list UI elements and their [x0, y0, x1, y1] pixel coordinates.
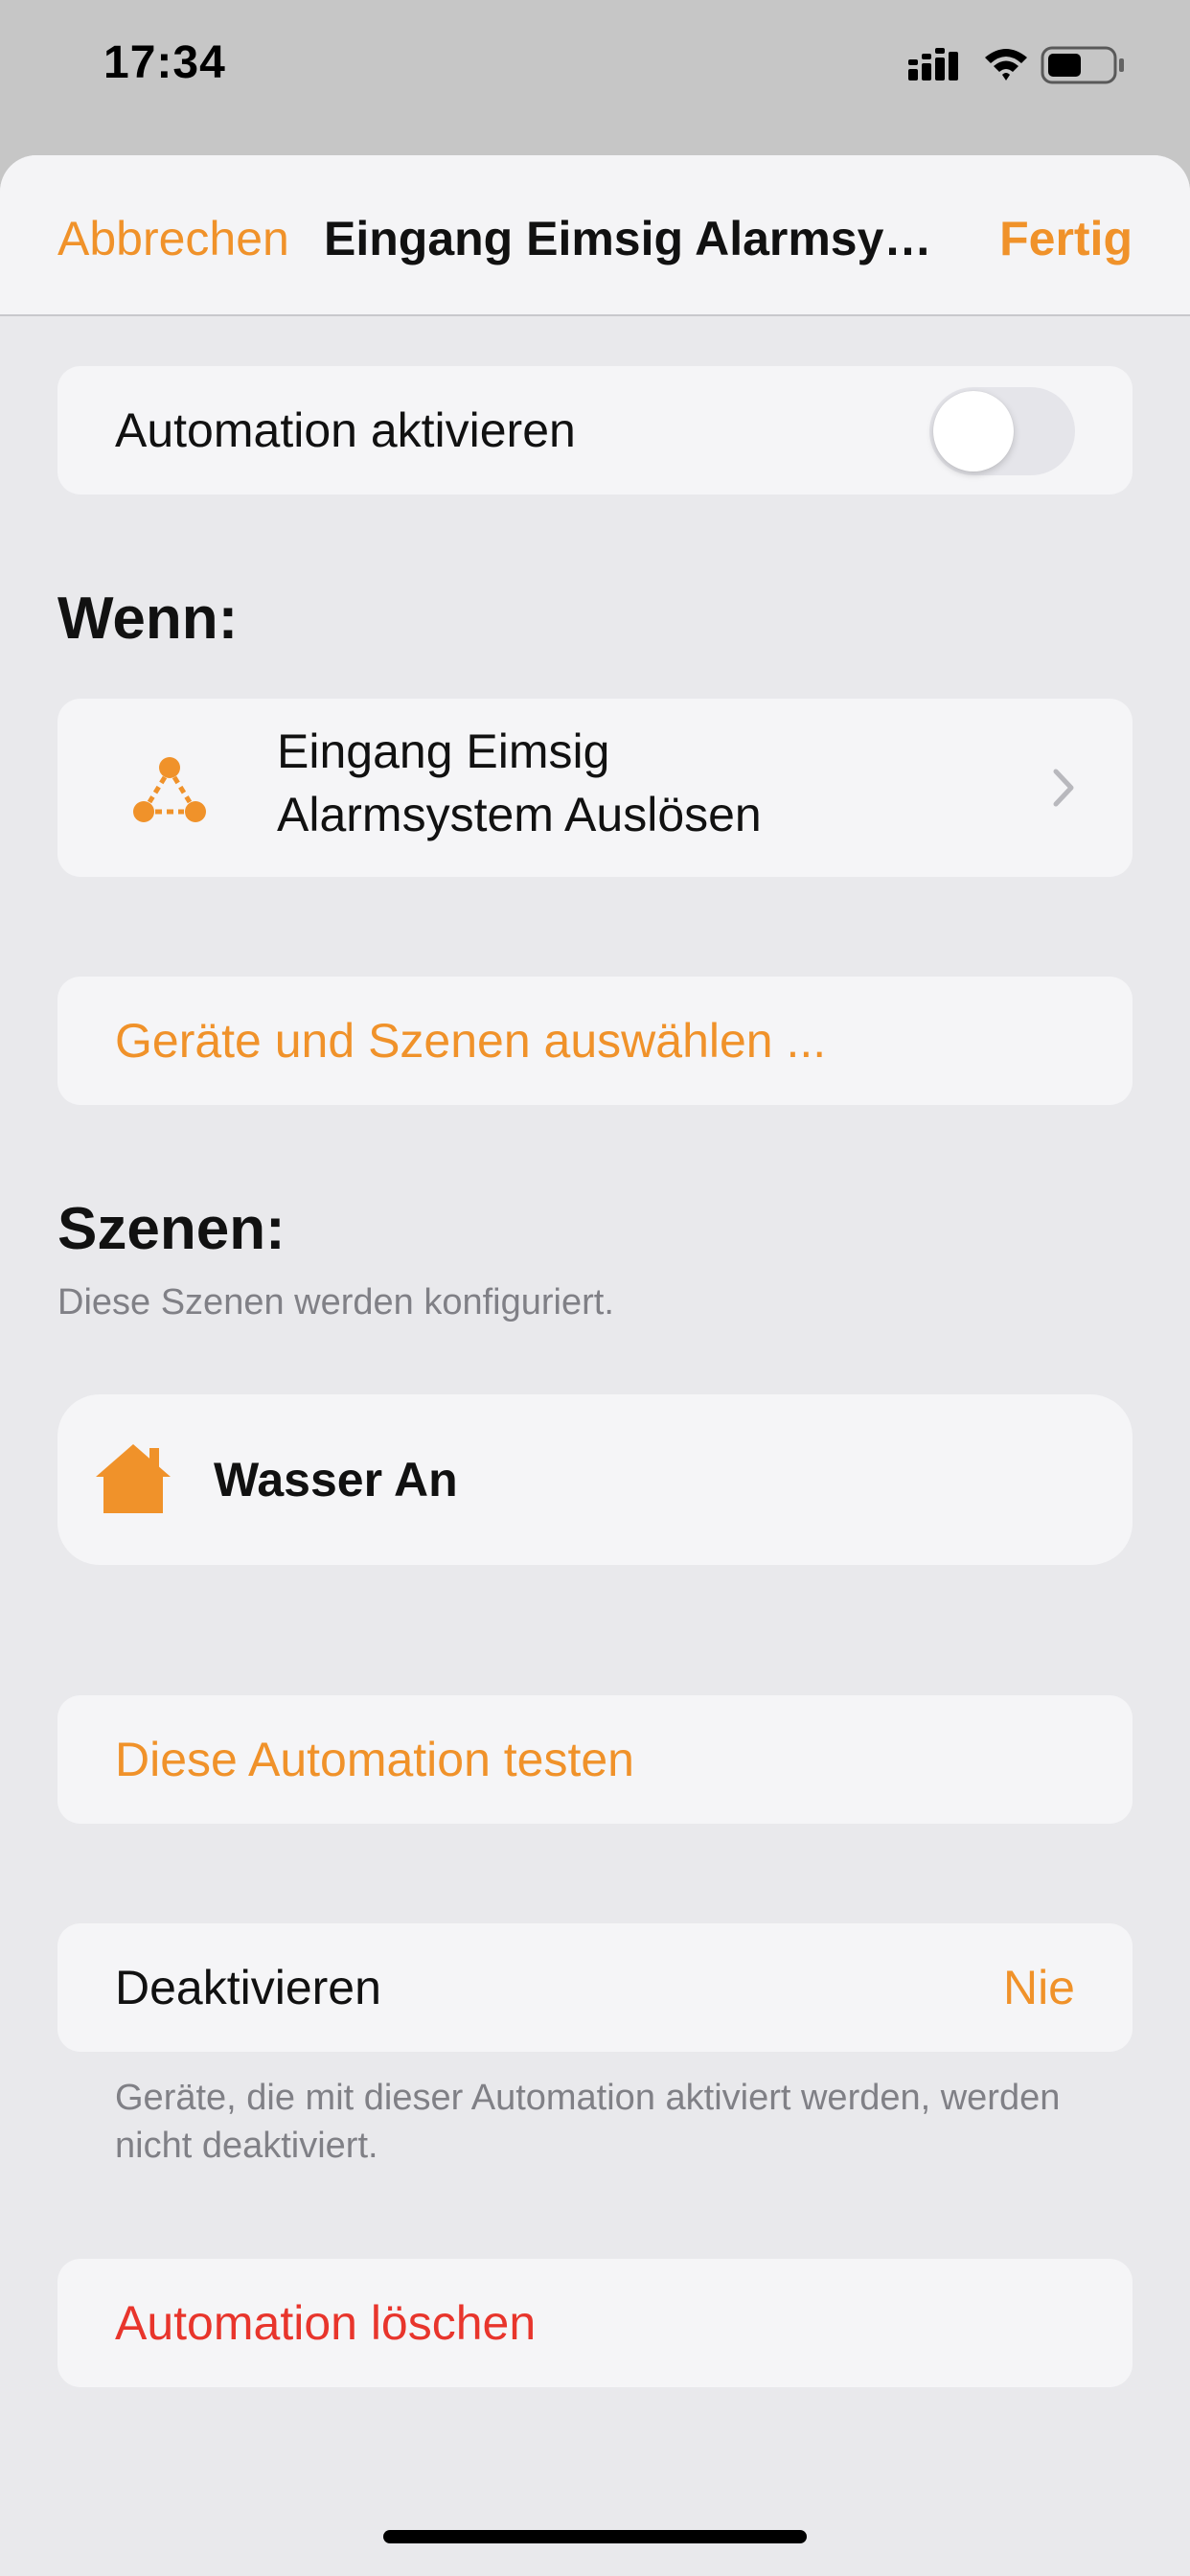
- test-automation-label: Diese Automation testen: [115, 1733, 634, 1786]
- deactivate-footnote: Geräte, die mit dieser Automation aktivi…: [115, 2078, 1061, 2166]
- chevron-right-icon: [1052, 768, 1075, 813]
- battery-icon: [1041, 46, 1124, 84]
- delete-automation-label: Automation löschen: [115, 2296, 537, 2350]
- scenes-section-subtitle: Diese Szenen werden konfiguriert.: [57, 1282, 614, 1322]
- deactivate-value: Nie: [1002, 1961, 1075, 2014]
- automation-sheet: Abbrechen Eingang Eimsig Alarmsyst... Fe…: [0, 155, 1190, 2576]
- cancel-button[interactable]: Abbrechen: [57, 211, 289, 266]
- delete-automation-button[interactable]: Automation löschen: [57, 2259, 1133, 2387]
- security-system-icon: [126, 748, 213, 835]
- status-icons: [908, 42, 1129, 88]
- trigger-label: Eingang Eimsig Alarmsystem Auslösen: [277, 720, 762, 846]
- trigger-label-line2: Alarmsystem Auslösen: [277, 788, 762, 841]
- nav-bar: Abbrechen Eingang Eimsig Alarmsyst... Fe…: [0, 155, 1190, 316]
- toggle-knob: [933, 391, 1014, 472]
- select-devices-button[interactable]: Geräte und Szenen auswählen ...: [57, 977, 1133, 1105]
- trigger-section-heading: Wenn:: [57, 586, 239, 652]
- test-automation-button[interactable]: Diese Automation testen: [57, 1695, 1133, 1824]
- wifi-icon: [985, 49, 1027, 80]
- automation-enable-toggle[interactable]: [929, 387, 1075, 475]
- automation-enable-row: Automation aktivieren: [57, 366, 1133, 494]
- status-bar: 17:34: [0, 0, 1190, 153]
- done-button[interactable]: Fertig: [999, 211, 1133, 266]
- home-indicator[interactable]: [383, 2530, 807, 2543]
- scene-name: Wasser An: [214, 1453, 458, 1506]
- cellular-signal-icon: [908, 48, 958, 80]
- scenes-section-heading: Szenen:: [57, 1196, 286, 1262]
- house-icon: [94, 1440, 172, 1517]
- page-title: Eingang Eimsig Alarmsyst...: [324, 212, 956, 265]
- select-devices-label: Geräte und Szenen auswählen ...: [115, 1014, 827, 1068]
- deactivate-row[interactable]: Deaktivieren Nie: [57, 1923, 1133, 2052]
- status-time: 17:34: [103, 37, 226, 88]
- automation-enable-label: Automation aktivieren: [115, 403, 576, 457]
- deactivate-label: Deaktivieren: [115, 1961, 381, 2014]
- scene-tile[interactable]: Wasser An: [57, 1394, 1133, 1565]
- trigger-row[interactable]: Eingang Eimsig Alarmsystem Auslösen: [57, 699, 1133, 877]
- trigger-label-line1: Eingang Eimsig: [277, 724, 610, 778]
